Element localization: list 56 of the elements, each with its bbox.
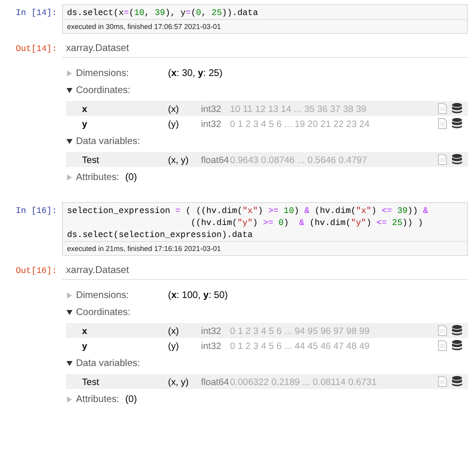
- variable-dims: (x, y): [168, 154, 190, 164]
- section-label[interactable]: Data variables:: [76, 358, 168, 369]
- output-prompt: Out[14]:: [14, 43, 58, 56]
- collapse-triangle-icon[interactable]: [66, 138, 73, 145]
- section-label[interactable]: Attributes:: [76, 172, 120, 183]
- database-icon[interactable]: [452, 340, 462, 351]
- database-icon[interactable]: [452, 103, 462, 114]
- input-prompt: In [14]:: [14, 7, 58, 20]
- dimensions-value: (x: 30, y: 25): [168, 68, 222, 79]
- code-line: selection_expression = ( ((hv.dim("x") >= 10) & (hv.dim("x") <= 39)) &: [67, 205, 430, 217]
- variable-preview: 0 1 2 3 4 5 6 ... 19 20 21 22 23 24: [230, 118, 371, 128]
- variable-name: y: [81, 340, 88, 350]
- variable-dims: (x): [168, 326, 180, 336]
- output-prompt: Out[16]:: [14, 265, 58, 278]
- dataset-title: xarray.Dataset: [62, 263, 468, 280]
- attribute-count: (0): [125, 394, 137, 405]
- variable-preview: 0 1 2 3 4 5 6 ... 44 45 46 47 48 49: [230, 340, 371, 350]
- section-label[interactable]: Data variables:: [76, 136, 168, 147]
- code-line: ((hv.dim("y") >= 0) & (hv.dim("y") <= 25)) ): [190, 217, 424, 229]
- section-label[interactable]: Dimensions:: [76, 68, 168, 79]
- variable-dtype: int32: [201, 104, 222, 114]
- variable-preview: 0.006322 0.2189 ... 0.08114 0.6731: [230, 376, 378, 386]
- section-label[interactable]: Dimensions:: [76, 290, 168, 301]
- collapse-triangle-icon[interactable]: [66, 87, 73, 94]
- section-label[interactable]: Coordinates:: [76, 85, 168, 96]
- database-icon[interactable]: [452, 376, 462, 387]
- variable-dims: (x, y): [168, 376, 190, 386]
- variable-name: y: [81, 118, 88, 128]
- collapse-triangle-icon[interactable]: [66, 309, 73, 316]
- dataset-title: xarray.Dataset: [62, 41, 468, 58]
- variable-name: x: [81, 104, 88, 114]
- variable-name: Test: [81, 154, 100, 164]
- section-label[interactable]: Coordinates:: [76, 307, 168, 318]
- variable-dtype: int32: [201, 326, 222, 336]
- variable-dtype: float64: [201, 154, 230, 164]
- dimensions-value: (x: 100, y: 50): [168, 290, 228, 301]
- database-icon[interactable]: [452, 118, 462, 129]
- variable-preview: 10 11 12 13 14 ... 35 36 37 38 39: [230, 104, 368, 114]
- input-prompt: In [16]:: [14, 205, 58, 218]
- code-line: ds.select(x=(10, 39), y=(0, 25)).data: [67, 7, 259, 19]
- variable-preview: 0 1 2 3 4 5 6 ... 94 95 96 97 98 99: [230, 326, 371, 336]
- variable-dtype: float64: [201, 376, 230, 386]
- variable-name: Test: [81, 376, 100, 386]
- variable-name: x: [81, 326, 88, 336]
- collapse-triangle-icon[interactable]: [66, 360, 73, 367]
- variable-dtype: int32: [201, 340, 222, 350]
- variable-dims: (y): [168, 118, 180, 128]
- variable-dtype: int32: [201, 118, 222, 128]
- variable-dims: (x): [168, 104, 180, 114]
- variable-preview: 0.9643 0.08746 ... 0.5646 0.4797: [230, 154, 368, 164]
- database-icon[interactable]: [452, 154, 462, 165]
- code-line: ds.select(selection_expression).data: [67, 229, 254, 241]
- database-icon[interactable]: [452, 325, 462, 336]
- variable-dims: (y): [168, 340, 180, 350]
- attribute-count: (0): [125, 172, 137, 183]
- section-label[interactable]: Attributes:: [76, 394, 120, 405]
